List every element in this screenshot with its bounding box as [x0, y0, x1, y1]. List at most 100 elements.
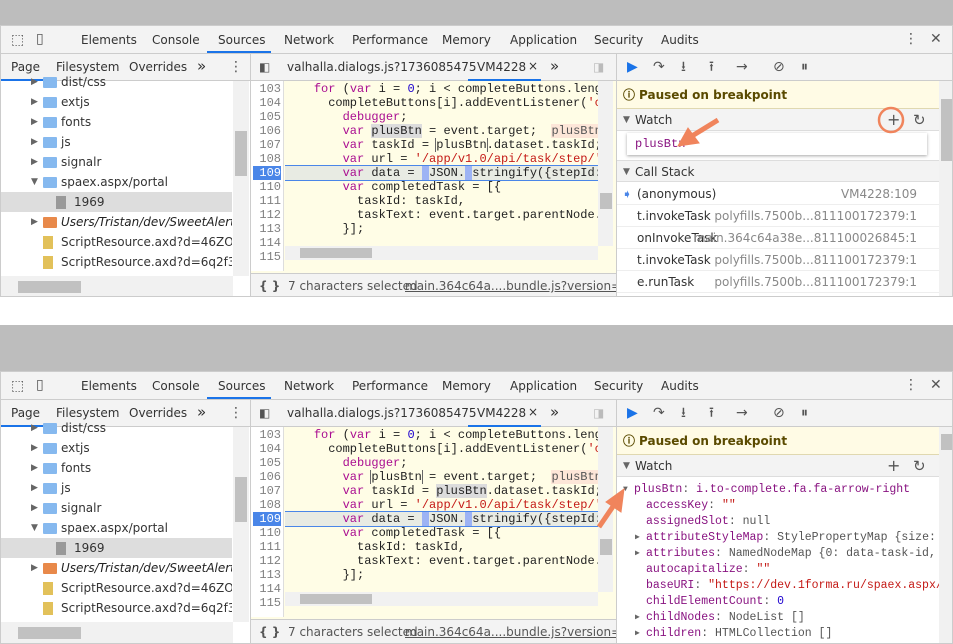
- scrollbar-thumb[interactable]: [235, 477, 247, 522]
- collapsed-triangle-icon[interactable]: ▶: [31, 92, 38, 112]
- scrollbar-thumb[interactable]: [300, 248, 372, 258]
- step-into-icon[interactable]: ⭳: [681, 60, 686, 74]
- scrollbar-thumb[interactable]: [600, 193, 612, 209]
- step-icon[interactable]: →: [736, 60, 748, 74]
- line-number[interactable]: 108: [251, 498, 281, 512]
- refresh-watch-icon[interactable]: ↻: [913, 113, 926, 128]
- line-number[interactable]: 114: [251, 582, 281, 596]
- expand-triangle-icon[interactable]: ▶: [635, 610, 640, 626]
- pause-on-exceptions-icon[interactable]: ⏸: [801, 406, 808, 420]
- collapsed-triangle-icon[interactable]: ▶: [31, 132, 38, 152]
- tree-item[interactable]: 1969: [1, 538, 232, 558]
- tab-console[interactable]: Console: [152, 33, 200, 47]
- line-number[interactable]: 106: [251, 124, 281, 138]
- more-tabs-button[interactable]: »: [550, 57, 559, 75]
- toggle-debugger-icon[interactable]: ◨: [593, 60, 604, 74]
- tab-network[interactable]: Network: [284, 33, 334, 47]
- tab-application[interactable]: Application: [510, 33, 577, 47]
- frame-location[interactable]: main.364c64a38e...811100026845:1: [694, 227, 917, 249]
- breakpoint-marker[interactable]: 109: [253, 512, 281, 526]
- line-number[interactable]: 104: [251, 442, 281, 456]
- tab-memory[interactable]: Memory: [442, 379, 491, 393]
- editor-tab[interactable]: VM4228: [477, 406, 526, 420]
- resume-icon[interactable]: ▶: [627, 60, 638, 74]
- tree-item[interactable]: ▼ spaex.aspx/portal: [1, 518, 232, 538]
- tab-application[interactable]: Application: [510, 379, 577, 393]
- collapsed-triangle-icon[interactable]: ▶: [31, 498, 38, 518]
- editor-hscrollbar[interactable]: [285, 592, 598, 606]
- tree-item[interactable]: ▶ dist/css: [1, 72, 232, 92]
- line-number[interactable]: 105: [251, 110, 281, 124]
- navigator-vscrollbar[interactable]: [233, 81, 249, 276]
- navigator-hscrollbar[interactable]: [1, 622, 233, 643]
- line-number[interactable]: 107: [251, 484, 281, 498]
- close-tab-icon[interactable]: ×: [528, 59, 538, 73]
- toggle-navigator-icon[interactable]: ◧: [259, 406, 270, 420]
- tree-item[interactable]: 1969: [1, 192, 232, 212]
- navigator-hscrollbar[interactable]: [1, 276, 233, 296]
- watch-property[interactable]: ▶ attributes: NamedNodeMap {0: data-task-…: [617, 546, 939, 562]
- collapsed-triangle-icon[interactable]: ▶: [31, 212, 38, 232]
- expanded-triangle-icon[interactable]: ▼: [31, 172, 38, 192]
- editor-tab[interactable]: VM4228: [477, 60, 526, 74]
- deactivate-breakpoints-icon[interactable]: ⊘: [773, 60, 785, 74]
- expand-triangle-icon[interactable]: ▶: [635, 530, 640, 546]
- collapsed-triangle-icon[interactable]: ▶: [31, 458, 38, 478]
- tab-console[interactable]: Console: [152, 379, 200, 393]
- line-number[interactable]: 104: [251, 96, 281, 110]
- tree-item[interactable]: ScriptResource.axd?d=6q2f3O5k: [1, 598, 232, 618]
- add-watch-icon[interactable]: +: [887, 458, 900, 474]
- tree-item[interactable]: ▶ extjs: [1, 438, 232, 458]
- tree-item[interactable]: ▶ fonts: [1, 112, 232, 132]
- tree-item[interactable]: ▶ js: [1, 132, 232, 152]
- tree-item[interactable]: ▼ spaex.aspx/portal: [1, 172, 232, 192]
- pretty-print-button[interactable]: { }: [259, 274, 280, 296]
- collapsed-triangle-icon[interactable]: ▶: [31, 438, 38, 458]
- close-icon[interactable]: ✕: [930, 32, 942, 46]
- line-number[interactable]: 113: [251, 222, 281, 236]
- scrollbar-thumb[interactable]: [600, 539, 612, 555]
- collapsed-triangle-icon[interactable]: ▶: [31, 152, 38, 172]
- tree-item[interactable]: ▶ dist/css: [1, 418, 232, 438]
- expand-triangle-icon[interactable]: ▼: [623, 482, 628, 498]
- breakpoint-marker[interactable]: 109: [253, 166, 281, 180]
- line-number[interactable]: 103: [251, 82, 281, 96]
- expand-triangle-icon[interactable]: ▶: [635, 546, 640, 562]
- tab-audits[interactable]: Audits: [661, 379, 699, 393]
- line-number[interactable]: 110: [251, 180, 281, 194]
- frame-location[interactable]: polyfills.7500b...811100172379:1: [714, 205, 917, 227]
- add-watch-icon[interactable]: +: [887, 112, 900, 128]
- tree-item[interactable]: ScriptResource.axd?d=6q2f3O5k: [1, 252, 232, 272]
- editor-tab[interactable]: valhalla.dialogs.js?1736085475: [287, 406, 477, 420]
- tree-item[interactable]: ▶ Users/Tristan/dev/SweetAlert/dev: [1, 558, 232, 578]
- tab-sources[interactable]: Sources: [218, 379, 265, 393]
- line-number[interactable]: 112: [251, 208, 281, 222]
- inspect-element-icon[interactable]: ⬚: [11, 379, 24, 393]
- collapsed-triangle-icon[interactable]: ▶: [31, 72, 38, 92]
- tab-memory[interactable]: Memory: [442, 33, 491, 47]
- source-link[interactable]: main.364c64a....bundle.js?version=637(: [405, 274, 616, 296]
- resume-icon[interactable]: ▶: [627, 406, 638, 420]
- expand-triangle-icon[interactable]: ▶: [635, 626, 640, 642]
- tab-network[interactable]: Network: [284, 379, 334, 393]
- pause-on-exceptions-icon[interactable]: ⏸: [801, 60, 808, 74]
- close-icon[interactable]: ✕: [930, 378, 942, 392]
- line-number[interactable]: 111: [251, 194, 281, 208]
- tab-elements[interactable]: Elements: [81, 33, 137, 47]
- step-into-icon[interactable]: ⭳: [681, 406, 686, 420]
- collapsed-triangle-icon[interactable]: ▶: [31, 112, 38, 132]
- line-number[interactable]: 112: [251, 554, 281, 568]
- callstack-frame[interactable]: onInvokeTask main.364c64a38e...8111000268…: [617, 227, 939, 249]
- scrollbar-thumb[interactable]: [941, 434, 952, 450]
- scrollbar-thumb[interactable]: [18, 627, 81, 639]
- step-over-icon[interactable]: ↷: [653, 406, 665, 420]
- step-over-icon[interactable]: ↷: [653, 60, 665, 74]
- step-out-icon[interactable]: ⭱: [709, 60, 714, 74]
- pretty-print-button[interactable]: { }: [259, 620, 280, 643]
- inspect-element-icon[interactable]: ⬚: [11, 33, 24, 47]
- tree-item[interactable]: ▶ signalr: [1, 152, 232, 172]
- tab-performance[interactable]: Performance: [352, 33, 428, 47]
- line-number[interactable]: 115: [251, 596, 281, 610]
- line-number[interactable]: 107: [251, 138, 281, 152]
- tree-item[interactable]: ScriptResource.axd?d=46ZO5Qrl: [1, 578, 232, 598]
